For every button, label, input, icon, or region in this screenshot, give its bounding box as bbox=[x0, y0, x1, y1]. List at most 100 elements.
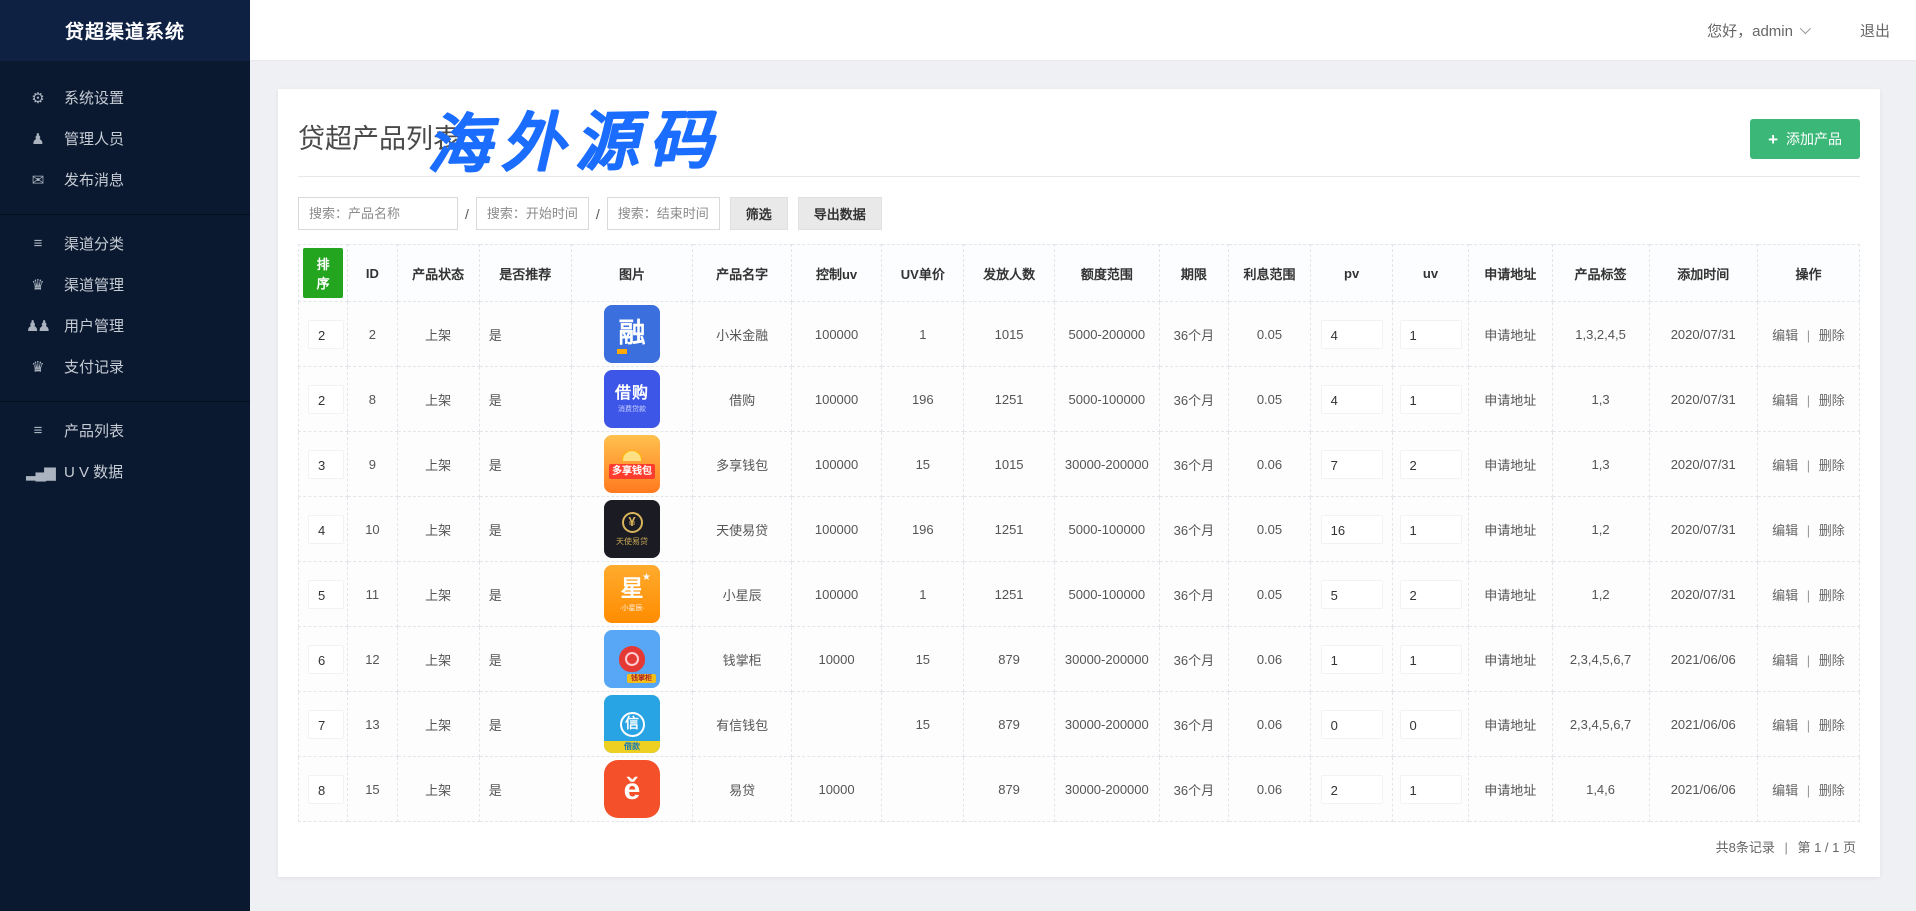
cell-actions: 编辑 | 删除 bbox=[1757, 562, 1859, 627]
cell-id: 9 bbox=[348, 432, 397, 497]
sidebar-item-channel-manage[interactable]: ♛渠道管理 bbox=[0, 264, 250, 305]
apply-url-link[interactable]: 申请地址 bbox=[1484, 653, 1536, 668]
sidebar-item-label: U V 数据 bbox=[64, 461, 123, 482]
edit-link[interactable]: 编辑 bbox=[1772, 783, 1798, 798]
apply-url-link[interactable]: 申请地址 bbox=[1484, 783, 1536, 798]
cell-added-time: 2021/06/06 bbox=[1649, 757, 1757, 822]
search-end-time-input[interactable] bbox=[607, 197, 720, 230]
cell-quota-range: 30000-200000 bbox=[1054, 627, 1159, 692]
cell-status: 上架 bbox=[397, 757, 479, 822]
cell-sort: 6 bbox=[299, 627, 348, 692]
cell-uv: 2 bbox=[1393, 432, 1469, 497]
edit-link[interactable]: 编辑 bbox=[1772, 458, 1798, 473]
cell-status: 上架 bbox=[397, 367, 479, 432]
sidebar-item-uv-data[interactable]: ▂▄▆U V 数据 bbox=[0, 451, 250, 492]
cell-recommended: 是 bbox=[479, 497, 571, 562]
logout-link[interactable]: 退出 bbox=[1860, 20, 1890, 41]
delete-link[interactable]: 删除 bbox=[1819, 328, 1845, 343]
edit-link[interactable]: 编辑 bbox=[1772, 393, 1798, 408]
uv-input[interactable]: 1 bbox=[1400, 385, 1462, 414]
sidebar-item-channel-category[interactable]: ≡渠道分类 bbox=[0, 223, 250, 264]
uv-input[interactable]: 2 bbox=[1400, 450, 1462, 479]
apply-url-link[interactable]: 申请地址 bbox=[1484, 588, 1536, 603]
sort-input[interactable]: 2 bbox=[308, 385, 344, 414]
pv-input[interactable]: 4 bbox=[1321, 385, 1383, 414]
cell-quota-range: 5000-100000 bbox=[1054, 367, 1159, 432]
apply-url-link[interactable]: 申请地址 bbox=[1484, 393, 1536, 408]
cell-interest-range: 0.05 bbox=[1228, 302, 1310, 367]
user-dropdown[interactable]: 您好，admin bbox=[1707, 20, 1808, 41]
cell-term: 36个月 bbox=[1159, 757, 1228, 822]
cell-tags: 2,3,4,5,6,7 bbox=[1552, 692, 1649, 757]
pv-input[interactable]: 1 bbox=[1321, 645, 1383, 674]
pv-input[interactable]: 5 bbox=[1321, 580, 1383, 609]
chevron-down-icon bbox=[1800, 23, 1811, 34]
search-product-name-input[interactable] bbox=[298, 197, 458, 230]
edit-link[interactable]: 编辑 bbox=[1772, 718, 1798, 733]
add-product-button[interactable]: + 添加产品 bbox=[1750, 119, 1860, 159]
search-start-time-input[interactable] bbox=[476, 197, 589, 230]
column-header-interest-range: 利息范围 bbox=[1228, 245, 1310, 302]
sort-input[interactable]: 8 bbox=[308, 775, 344, 804]
pv-input[interactable]: 0 bbox=[1321, 710, 1383, 739]
sort-input[interactable]: 4 bbox=[308, 515, 344, 544]
cell-id: 10 bbox=[348, 497, 397, 562]
cell-term: 36个月 bbox=[1159, 367, 1228, 432]
action-separator: | bbox=[1803, 718, 1814, 733]
column-header-grant-count: 发放人数 bbox=[964, 245, 1054, 302]
cell-added-time: 2020/07/31 bbox=[1649, 432, 1757, 497]
sidebar-item-product-list[interactable]: ≡产品列表 bbox=[0, 410, 250, 451]
delete-link[interactable]: 删除 bbox=[1819, 523, 1845, 538]
cell-apply-url: 申请地址 bbox=[1468, 757, 1552, 822]
edit-link[interactable]: 编辑 bbox=[1772, 588, 1798, 603]
pv-input[interactable]: 2 bbox=[1321, 775, 1383, 804]
pv-input[interactable]: 16 bbox=[1321, 515, 1383, 544]
edit-link[interactable]: 编辑 bbox=[1772, 653, 1798, 668]
sidebar-item-system-settings[interactable]: ⚙系统设置 bbox=[0, 77, 250, 118]
sort-input[interactable]: 2 bbox=[308, 320, 344, 349]
pv-input[interactable]: 7 bbox=[1321, 450, 1383, 479]
cell-apply-url: 申请地址 bbox=[1468, 562, 1552, 627]
filter-button[interactable]: 筛选 bbox=[730, 197, 788, 230]
export-data-button[interactable]: 导出数据 bbox=[798, 197, 882, 230]
edit-link[interactable]: 编辑 bbox=[1772, 523, 1798, 538]
delete-link[interactable]: 删除 bbox=[1819, 783, 1845, 798]
cell-apply-url: 申请地址 bbox=[1468, 302, 1552, 367]
uv-input[interactable]: 0 bbox=[1400, 710, 1462, 739]
column-header-tags: 产品标签 bbox=[1552, 245, 1649, 302]
cell-uv-price bbox=[882, 757, 964, 822]
uv-input[interactable]: 2 bbox=[1400, 580, 1462, 609]
sidebar-item-payment-records[interactable]: ♛支付记录 bbox=[0, 346, 250, 387]
cell-tags: 1,3 bbox=[1552, 432, 1649, 497]
delete-link[interactable]: 删除 bbox=[1819, 588, 1845, 603]
menu-group: ≡渠道分类♛渠道管理♟♟用户管理♛支付记录 bbox=[0, 215, 250, 402]
delete-link[interactable]: 删除 bbox=[1819, 393, 1845, 408]
apply-url-link[interactable]: 申请地址 bbox=[1484, 718, 1536, 733]
sort-input[interactable]: 7 bbox=[308, 710, 344, 739]
delete-link[interactable]: 删除 bbox=[1819, 458, 1845, 473]
apply-url-link[interactable]: 申请地址 bbox=[1484, 458, 1536, 473]
uv-input[interactable]: 1 bbox=[1400, 645, 1462, 674]
apply-url-link[interactable]: 申请地址 bbox=[1484, 523, 1536, 538]
cell-interest-range: 0.05 bbox=[1228, 367, 1310, 432]
sidebar-item-admin-users[interactable]: ♟管理人员 bbox=[0, 118, 250, 159]
sort-input[interactable]: 5 bbox=[308, 580, 344, 609]
cell-control-uv: 10000 bbox=[791, 757, 881, 822]
sort-input[interactable]: 6 bbox=[308, 645, 344, 674]
edit-link[interactable]: 编辑 bbox=[1772, 328, 1798, 343]
delete-link[interactable]: 删除 bbox=[1819, 718, 1845, 733]
plus-icon: + bbox=[1768, 131, 1778, 148]
sidebar-item-label: 管理人员 bbox=[64, 128, 124, 149]
action-separator: | bbox=[1803, 328, 1814, 343]
uv-input[interactable]: 1 bbox=[1400, 775, 1462, 804]
watermark-text: 海外源码 bbox=[425, 88, 723, 185]
sort-input[interactable]: 3 bbox=[308, 450, 344, 479]
sidebar-item-user-manage[interactable]: ♟♟用户管理 bbox=[0, 305, 250, 346]
uv-input[interactable]: 1 bbox=[1400, 515, 1462, 544]
pv-input[interactable]: 4 bbox=[1321, 320, 1383, 349]
apply-url-link[interactable]: 申请地址 bbox=[1484, 328, 1536, 343]
uv-input[interactable]: 1 bbox=[1400, 320, 1462, 349]
action-separator: | bbox=[1803, 653, 1814, 668]
sidebar-item-publish-message[interactable]: ✉发布消息 bbox=[0, 159, 250, 200]
delete-link[interactable]: 删除 bbox=[1819, 653, 1845, 668]
